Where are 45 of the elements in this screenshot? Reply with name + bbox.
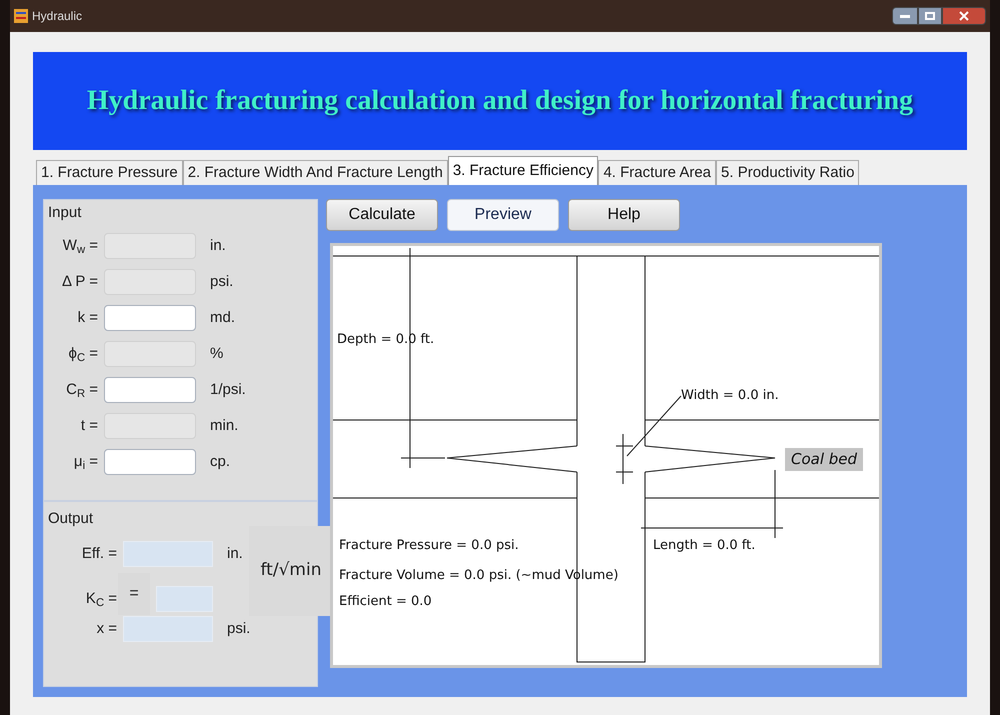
- banner-title: Hydraulic fracturing calculation and design for horizontal fracturing: [86, 84, 914, 118]
- field-label: k =: [78, 308, 98, 328]
- tab[interactable]: 3. Fracture Efficiency: [448, 156, 598, 185]
- input-field[interactable]: [104, 305, 196, 331]
- maximize-button[interactable]: [918, 7, 942, 25]
- field-label: ϕ$_{C}$ =: [68, 344, 98, 366]
- length-label: Length = 0.0 ft.: [653, 537, 756, 555]
- unit-label: psi.: [210, 272, 234, 292]
- action-button[interactable]: Help: [568, 199, 680, 231]
- tab[interactable]: 4. Fracture Area: [598, 160, 716, 185]
- action-button[interactable]: Calculate: [326, 199, 438, 231]
- minimize-button[interactable]: [892, 7, 918, 25]
- tab[interactable]: 5. Productivity Ratio: [716, 160, 860, 185]
- app-icon: [14, 9, 28, 23]
- unit-overlay: ft/√min: [249, 526, 333, 616]
- unit-label: cp.: [210, 452, 230, 472]
- unit-label: in.: [227, 544, 243, 564]
- overlay-label: =: [118, 573, 150, 615]
- unit-label: psi.: [227, 618, 250, 639]
- tab[interactable]: 2. Fracture Width And Fracture Length: [182, 160, 448, 185]
- input-field[interactable]: [104, 377, 196, 403]
- tab[interactable]: 1. Fracture Pressure: [36, 160, 183, 185]
- field-label: x =: [96, 618, 117, 639]
- unit-label: md.: [210, 308, 236, 328]
- field-label: Δ P =: [62, 272, 98, 292]
- field-label: μ$_{i}$ =: [74, 452, 98, 474]
- group-legend: Input: [48, 202, 313, 224]
- unit-label: min.: [210, 416, 238, 436]
- input-field[interactable]: [104, 449, 196, 475]
- action-button[interactable]: Preview: [447, 199, 559, 231]
- field-label: Eff. =: [82, 544, 117, 564]
- width-label: Width = 0.0 in.: [681, 387, 779, 405]
- field-label: C$_{R}$ =: [66, 380, 98, 402]
- unit-label: %: [210, 344, 224, 364]
- coal-bed-label: Coal bed: [785, 448, 864, 470]
- unit-label: in.: [210, 236, 226, 256]
- field-label: t =: [80, 416, 98, 436]
- field-label: K$_{C}$ =: [86, 588, 117, 610]
- pressure-label: Fracture Pressure = 0.0 psi.: [339, 537, 519, 555]
- close-button[interactable]: [942, 7, 986, 25]
- window-title: Hydraulic: [32, 8, 82, 25]
- field-label: W$_{w}$ =: [62, 236, 98, 258]
- close-icon: [959, 11, 969, 21]
- efficiency-label: Efficient = 0.0: [339, 593, 432, 611]
- unit-label: 1/psi.: [210, 380, 246, 400]
